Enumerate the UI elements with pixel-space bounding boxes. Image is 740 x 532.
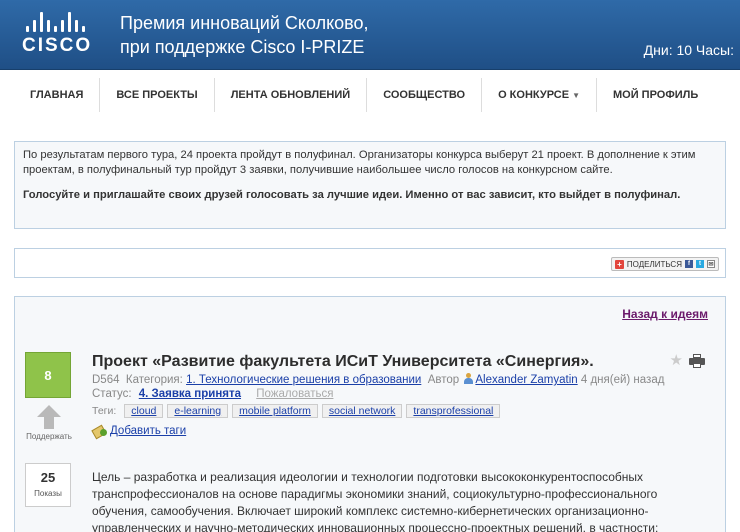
author-link[interactable]: Alexander Zamyatin <box>475 374 577 386</box>
tag-item[interactable]: mobile platform <box>232 404 318 418</box>
nav-item-my-profile[interactable]: Мой профиль <box>597 78 714 112</box>
support-label[interactable]: Поддержать <box>23 432 75 441</box>
site-header: CISCO Премия инноваций Сколково, при под… <box>0 0 740 70</box>
tags-label: Теги: <box>92 405 117 417</box>
nav-item-feed[interactable]: Лента обновлений <box>215 78 368 112</box>
plus-icon: + <box>614 259 624 269</box>
views-count: 25 <box>40 470 56 485</box>
nav-item-community[interactable]: Сообщество <box>367 78 483 112</box>
info-call-to-action: Голосуйте и приглашайте своих друзей гол… <box>23 189 681 201</box>
project-description: Цель – разработка и реализация идеологии… <box>92 470 659 532</box>
logo-text: CISCO <box>22 35 93 56</box>
tag-item[interactable]: e-learning <box>167 404 229 418</box>
cisco-bars-icon <box>26 10 104 32</box>
nav-item-all-projects[interactable]: Все проекты <box>100 78 215 112</box>
twitter-icon: t <box>696 260 704 268</box>
site-title-line1: Премия инноваций Сколково, <box>120 13 369 33</box>
category-label: Категория: <box>125 374 183 386</box>
user-icon <box>464 373 474 384</box>
project-panel: Назад к идеям 8 Поддержать 25 Показы Про… <box>14 296 726 532</box>
tag-list: Теги: cloud e-learning mobile platform s… <box>92 404 501 418</box>
tag-item[interactable]: cloud <box>124 404 164 418</box>
project-actions: ★ <box>670 353 705 369</box>
nav-item-home[interactable]: Главная <box>14 78 101 112</box>
share-button[interactable]: + ПОДЕЛИТЬСЯ f t ✉ <box>610 257 719 271</box>
back-to-ideas-link[interactable]: Назад к идеям <box>622 307 708 321</box>
author-label: Автор <box>427 374 460 386</box>
complain-link[interactable]: Пожаловаться <box>256 388 333 400</box>
nav-item-about[interactable]: О конкурсе ▼ <box>482 78 597 112</box>
main-nav: Главная Все проекты Лента обновлений Соо… <box>14 78 714 112</box>
project-title: Проект «Развитие факультета ИСиТ Универс… <box>92 353 594 370</box>
chevron-down-icon: ▼ <box>572 90 580 100</box>
countdown-timer: Дни: 10 Часы: <box>643 42 734 58</box>
vote-count: 8 <box>25 352 71 398</box>
share-bar: + ПОДЕЛИТЬСЯ f t ✉ <box>14 248 726 278</box>
share-label: ПОДЕЛИТЬСЯ <box>626 259 682 269</box>
upvote-arrow-icon[interactable] <box>37 405 61 431</box>
status-label: Статус: <box>92 388 132 400</box>
site-title: Премия инноваций Сколково, при поддержке… <box>120 11 369 59</box>
add-tag-icon <box>93 425 107 437</box>
category-link[interactable]: 1. Технологические решения в образовании <box>186 374 421 386</box>
tag-item[interactable]: transprofessional <box>406 404 501 418</box>
project-id: D564 <box>92 374 120 386</box>
email-icon: ✉ <box>707 260 715 268</box>
project-status: Статус: 4. Заявка принята Пожаловаться <box>92 388 333 400</box>
project-age: 4 дня(ей) назад <box>580 374 665 386</box>
add-tags-link[interactable]: Добавить таги <box>93 425 186 437</box>
tag-item[interactable]: social network <box>321 404 403 418</box>
info-notice: По результатам первого тура, 24 проекта … <box>14 141 726 229</box>
project-meta: D564 Категория: 1. Технологические решен… <box>92 373 664 386</box>
add-tags-label: Добавить таги <box>110 425 187 437</box>
views-counter: 25 Показы <box>25 463 71 507</box>
status-link[interactable]: 4. Заявка принята <box>139 388 241 400</box>
cisco-logo[interactable]: CISCO <box>22 10 104 58</box>
views-label: Показы <box>34 489 62 498</box>
print-icon[interactable] <box>689 354 705 368</box>
facebook-icon: f <box>685 260 693 268</box>
favorite-star-icon[interactable]: ★ <box>670 353 683 369</box>
site-title-line2: при поддержке Cisco I-PRIZE <box>120 37 365 57</box>
info-text: По результатам первого тура, 24 проекта … <box>23 149 696 176</box>
